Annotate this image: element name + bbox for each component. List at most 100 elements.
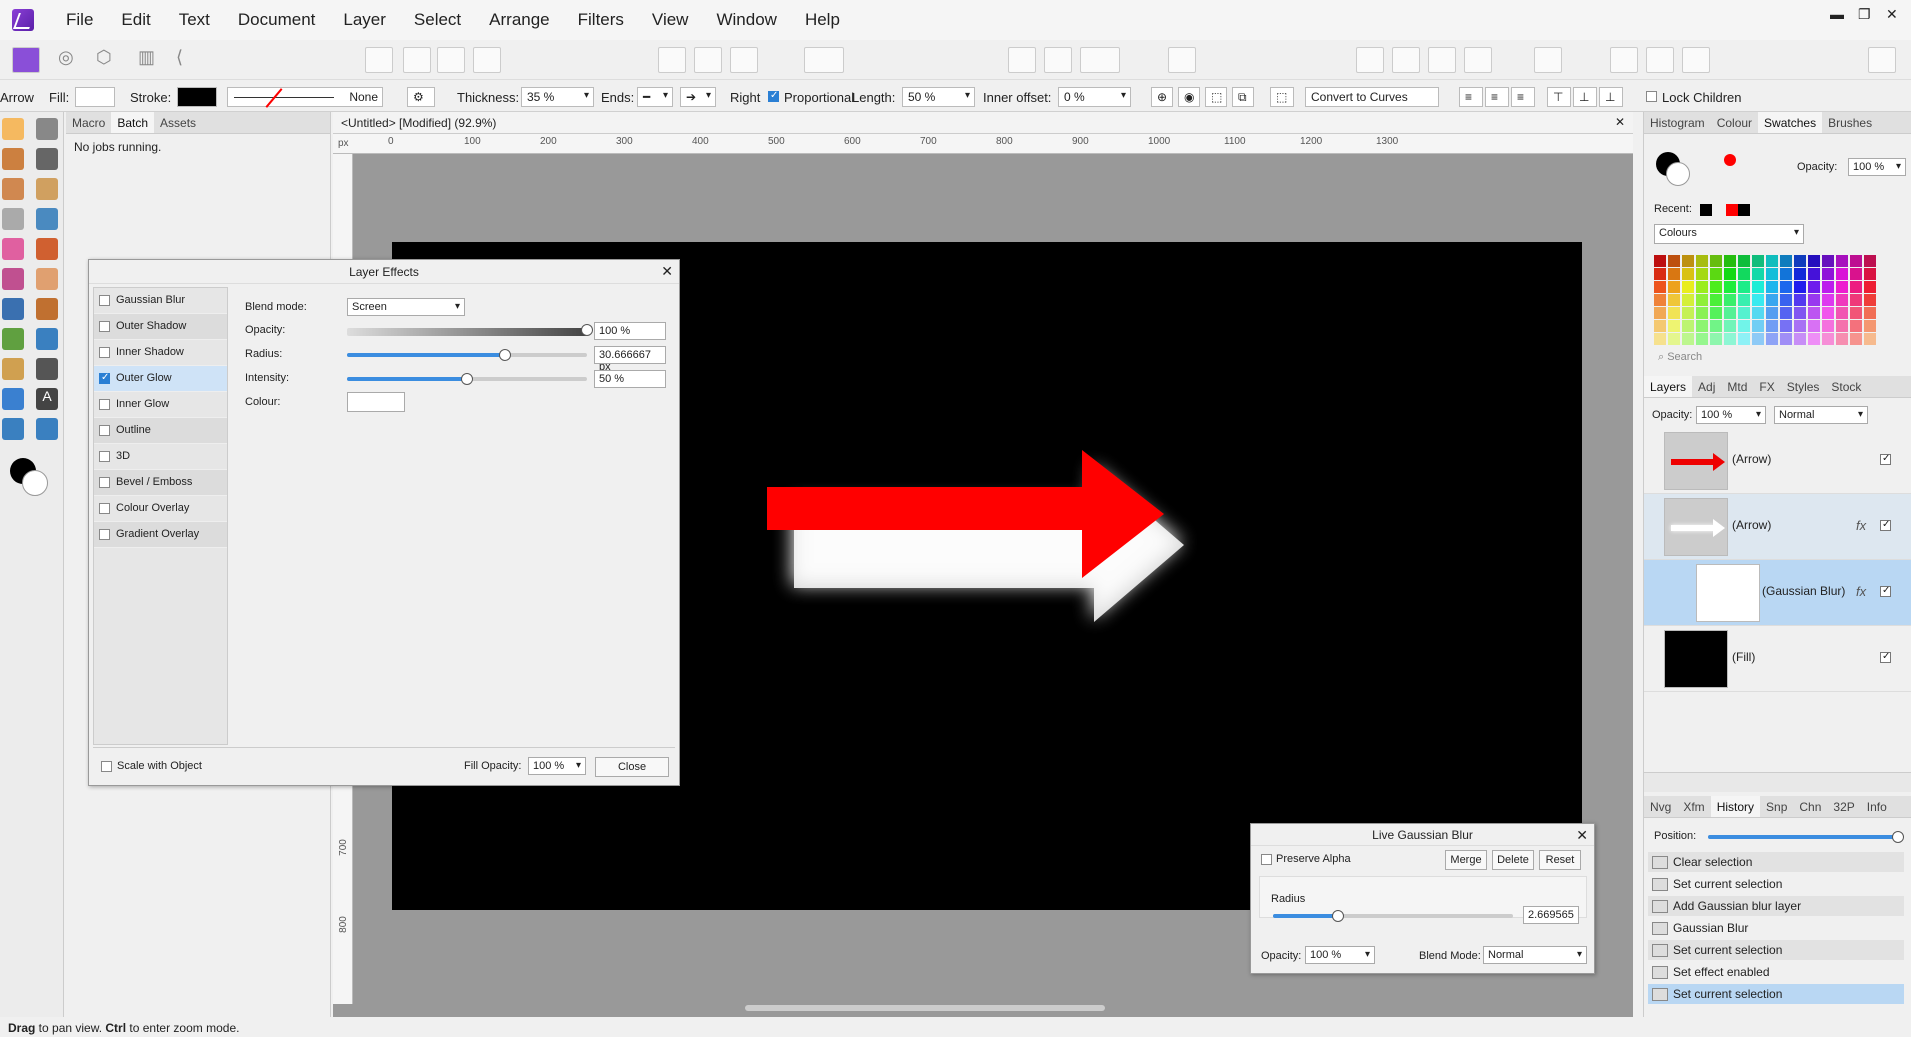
intersect-boolean-icon[interactable] <box>1682 47 1710 73</box>
history-item[interactable]: Set effect enabled <box>1648 962 1904 982</box>
colour-swatch[interactable] <box>1794 281 1806 293</box>
colour-swatch[interactable] <box>1682 333 1694 345</box>
colour-swatch[interactable] <box>1724 320 1736 332</box>
stroke-settings-gear-icon[interactable]: ⚙ <box>407 87 435 107</box>
auto-white-balance-icon[interactable] <box>473 47 501 73</box>
colour-swatch[interactable] <box>1752 255 1764 267</box>
menu-arrange[interactable]: Arrange <box>475 10 563 30</box>
text-tool-icon[interactable]: A <box>36 388 58 410</box>
colour-swatch[interactable] <box>1710 268 1722 280</box>
history-item[interactable]: Add Gaussian blur layer <box>1648 896 1904 916</box>
effect-checkbox[interactable] <box>99 295 110 306</box>
recent-swatch[interactable] <box>1726 204 1738 216</box>
colour-swatch[interactable] <box>1780 320 1792 332</box>
colour-swatch[interactable] <box>1794 307 1806 319</box>
blend-mode-select[interactable]: Screen <box>347 298 465 316</box>
undo-history-icon[interactable] <box>1080 47 1120 73</box>
arrange-backward-icon[interactable] <box>1428 47 1456 73</box>
colour-swatch[interactable] <box>1850 294 1862 306</box>
colour-swatch[interactable] <box>1668 320 1680 332</box>
colour-swatch[interactable] <box>1738 320 1750 332</box>
menu-window[interactable]: Window <box>702 10 790 30</box>
colour-swatch[interactable] <box>1654 333 1666 345</box>
recent-swatch[interactable] <box>1700 204 1712 216</box>
colour-swatch[interactable] <box>1724 294 1736 306</box>
menu-file[interactable]: File <box>52 10 107 30</box>
ends-end-dropdown[interactable]: ➔ <box>680 87 716 107</box>
colour-swatch[interactable] <box>1766 320 1778 332</box>
effect-inner-glow[interactable]: Inner Glow <box>94 392 227 418</box>
merge-button[interactable]: Merge <box>1445 850 1487 870</box>
minimize-icon[interactable]: ▬ <box>1830 6 1844 22</box>
thickness-field[interactable]: 35 % <box>521 87 594 107</box>
tab-fx[interactable]: FX <box>1753 376 1780 397</box>
colour-swatch[interactable] <box>1864 333 1876 345</box>
tab-adj[interactable]: Adj <box>1692 376 1721 397</box>
colour-swatch[interactable] <box>1808 255 1820 267</box>
colour-swatch[interactable] <box>1654 294 1666 306</box>
effect-gradient-overlay[interactable]: Gradient Overlay <box>94 522 227 548</box>
colour-swatch[interactable] <box>1654 255 1666 267</box>
effect-3d[interactable]: 3D <box>94 444 227 470</box>
colour-swatch[interactable] <box>1864 307 1876 319</box>
align-center-icon[interactable]: ≡ <box>1485 87 1509 107</box>
colour-swatch[interactable] <box>1682 268 1694 280</box>
colour-swatch[interactable] <box>1822 333 1834 345</box>
preserve-alpha-checkbox[interactable] <box>1261 854 1272 865</box>
add-boolean-icon[interactable] <box>1610 47 1638 73</box>
tab-brushes[interactable]: Brushes <box>1822 112 1878 133</box>
menu-help[interactable]: Help <box>791 10 854 30</box>
tone-mapping-persona-icon[interactable]: ▥ <box>138 47 166 73</box>
gradient-tool-icon[interactable] <box>2 238 24 260</box>
colour-swatch[interactable] <box>1766 333 1778 345</box>
history-item[interactable]: Gaussian Blur <box>1648 918 1904 938</box>
erase-tool-icon[interactable] <box>36 268 58 290</box>
colour-swatch[interactable] <box>1822 307 1834 319</box>
colour-swatch[interactable] <box>1654 268 1666 280</box>
menu-view[interactable]: View <box>638 10 703 30</box>
colour-swatch[interactable] <box>1864 268 1876 280</box>
close-window-icon[interactable]: ✕ <box>1886 6 1898 23</box>
colour-swatch[interactable] <box>1850 333 1862 345</box>
align-bottom-icon[interactable]: ⊥ <box>1599 87 1623 107</box>
liquify-persona-icon[interactable]: ◎ <box>58 47 86 73</box>
menu-layer[interactable]: Layer <box>329 10 400 30</box>
delete-button[interactable]: Delete <box>1492 850 1534 870</box>
colour-swatch[interactable] <box>1710 294 1722 306</box>
assistant-icon[interactable] <box>1008 47 1036 73</box>
colour-swatch[interactable] <box>1850 268 1862 280</box>
layer-row[interactable]: (Arrow) ✓ <box>1644 428 1911 494</box>
close-document-icon[interactable]: ✕ <box>1615 115 1625 129</box>
colour-swatch[interactable] <box>1794 268 1806 280</box>
colour-swatch[interactable] <box>1654 281 1666 293</box>
menu-filters[interactable]: Filters <box>564 10 638 30</box>
effect-outer-glow[interactable]: Outer Glow <box>94 366 227 392</box>
colour-swatch[interactable] <box>1822 294 1834 306</box>
tab-macro[interactable]: Macro <box>66 112 111 133</box>
align-icon[interactable] <box>1534 47 1562 73</box>
colour-swatch[interactable] <box>1780 294 1792 306</box>
swatch-search[interactable]: ⌕ Search <box>1654 349 1904 367</box>
tab-colour[interactable]: Colour <box>1711 112 1758 133</box>
node-tool-icon[interactable] <box>36 358 58 380</box>
close-gaussian-icon[interactable]: ✕ <box>1576 827 1588 844</box>
proportional-checkbox[interactable] <box>768 90 779 102</box>
colour-swatch[interactable] <box>1724 281 1736 293</box>
tab-histogram[interactable]: Histogram <box>1644 112 1711 133</box>
intensity-slider[interactable] <box>347 373 587 385</box>
colour-swatch[interactable] <box>1836 268 1848 280</box>
colour-swatch[interactable] <box>1696 307 1708 319</box>
move-tool-icon[interactable] <box>36 118 58 140</box>
colour-swatch[interactable] <box>1696 294 1708 306</box>
colour-swatch[interactable] <box>1822 320 1834 332</box>
colour-swatch[interactable] <box>1752 320 1764 332</box>
colour-swatch[interactable] <box>1808 320 1820 332</box>
colour-swatch[interactable] <box>1780 255 1792 267</box>
ends-start-dropdown[interactable]: ━ <box>637 87 673 107</box>
colour-swatch[interactable] <box>1822 255 1834 267</box>
colour-swatch[interactable] <box>1836 320 1848 332</box>
colour-swatch[interactable] <box>1738 307 1750 319</box>
tab-chn[interactable]: Chn <box>1793 796 1827 817</box>
zoom-tool-icon[interactable] <box>36 418 58 440</box>
colour-swatch[interactable] <box>1696 268 1708 280</box>
